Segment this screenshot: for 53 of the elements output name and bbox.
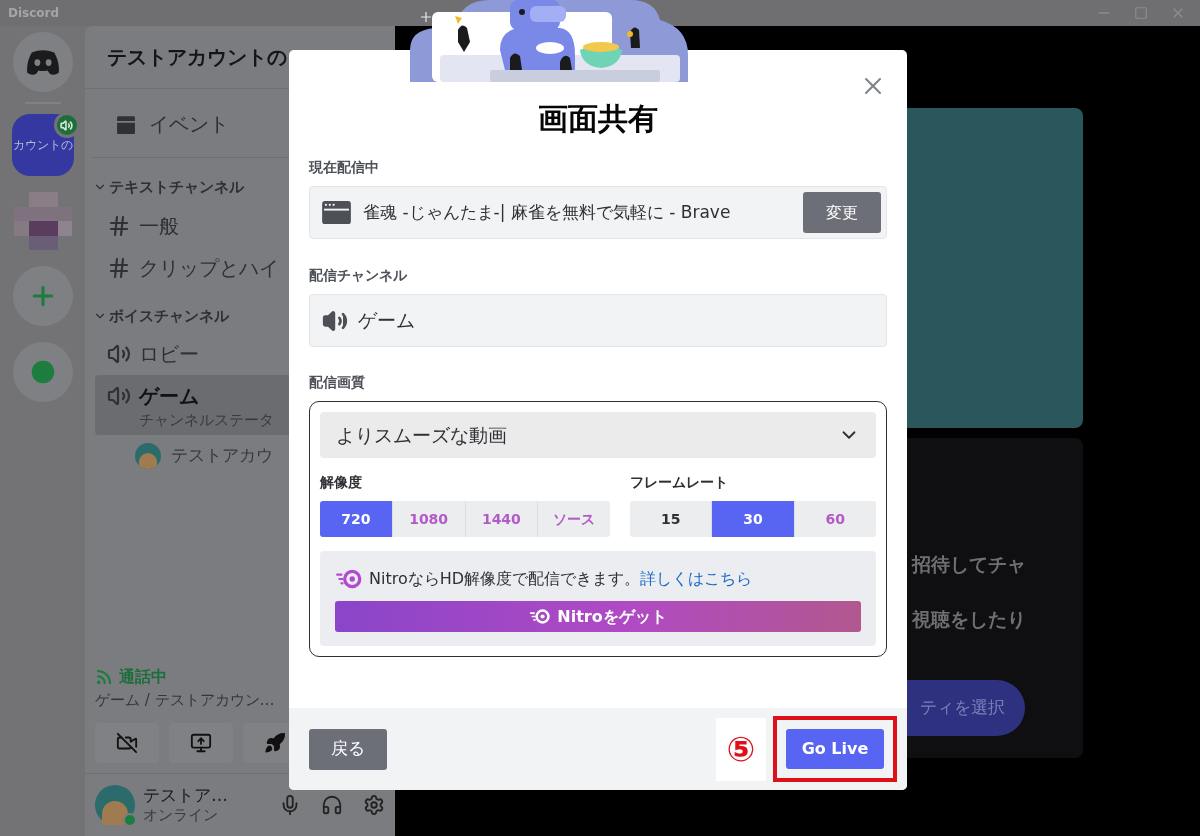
user-name: テストア…: [143, 785, 228, 805]
speaker-icon: [107, 342, 131, 366]
segment-option[interactable]: ソース: [538, 501, 610, 537]
modal-title: 画面共有: [537, 100, 659, 138]
screen-share-icon: [190, 732, 212, 754]
invite-text: 視聴をしたり: [912, 606, 1027, 632]
hash-icon: [107, 255, 131, 280]
back-button[interactable]: 戻る: [309, 728, 387, 770]
speaker-icon: [107, 384, 131, 408]
invite-text: 招待してチャ: [912, 552, 1027, 577]
screen-share-button[interactable]: [169, 723, 233, 763]
window-icon: [322, 201, 351, 224]
step-annotation: ⑤: [716, 717, 766, 781]
online-status-icon: [123, 813, 137, 827]
section-label: 配信チャンネル: [309, 266, 408, 285]
channel-item[interactable]: ロビー: [95, 333, 385, 375]
call-detail: ゲーム / テストアカウン…: [95, 689, 276, 711]
move-cursor-icon: [421, 12, 431, 22]
camera-off-button[interactable]: [95, 723, 159, 763]
nitro-message: NitroならHD解像度で配信できます。詳しくはこちら: [369, 568, 753, 590]
option-label: フレームレート: [630, 473, 729, 492]
settings-icon[interactable]: [363, 794, 385, 816]
option-label: 解像度: [320, 473, 363, 492]
segment-option[interactable]: 60: [794, 501, 876, 537]
go-live-button[interactable]: Go Live: [786, 729, 884, 769]
server-name[interactable]: テストアカウントの: [107, 42, 287, 72]
source-name: 雀魂 -じゃんたま-| 麻雀を無料で気軽に - Brave: [363, 200, 732, 224]
nitro-icon: [335, 568, 363, 590]
section-label: 配信画質: [309, 373, 366, 392]
segment-option[interactable]: 1440: [465, 501, 539, 537]
source-field[interactable]: 雀魂 -じゃんたま-| 麻雀を無料で気軽に - Brave 変更: [309, 186, 887, 239]
segment-option[interactable]: 1080: [392, 501, 466, 537]
preset-dropdown[interactable]: よりスムーズな動画: [320, 412, 876, 458]
change-button[interactable]: 変更: [803, 192, 881, 233]
channel-name: ゲーム: [358, 308, 415, 334]
voice-member-name: テストアカウ: [171, 444, 273, 468]
learn-more-link[interactable]: 詳しくはこちら: [640, 569, 753, 588]
nitro-icon: [529, 608, 552, 625]
nitro-button[interactable]: Nitroをゲット: [335, 601, 861, 632]
signal-icon: [95, 667, 113, 686]
rocket-icon: [264, 732, 286, 754]
call-status: 通話中: [119, 665, 167, 688]
segment-option[interactable]: 720: [320, 501, 393, 537]
user-status: オンライン: [143, 805, 219, 825]
section-label: 現在配信中: [309, 158, 380, 177]
server-icon[interactable]: カウントの: [11, 114, 74, 176]
hash-icon: [107, 213, 131, 238]
headphones-icon[interactable]: [321, 794, 343, 816]
events-item[interactable]: イベント: [149, 109, 229, 139]
segment-option[interactable]: 30: [712, 501, 795, 537]
logo-icon: [24, 48, 61, 76]
avatar-icon: [135, 443, 161, 469]
camera-off-icon: [116, 732, 138, 754]
